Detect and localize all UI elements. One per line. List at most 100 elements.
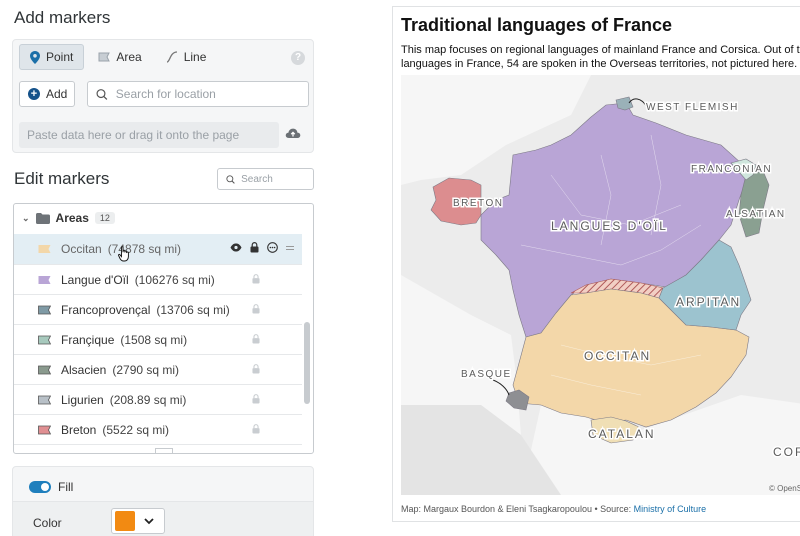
lock-icon[interactable] [252, 274, 260, 284]
row-actions [230, 242, 294, 253]
marker-search[interactable] [217, 168, 314, 190]
list-item-label: Occitan [61, 242, 102, 256]
areas-group-label: Areas [55, 211, 89, 225]
list-item-label: Breton [61, 422, 97, 437]
color-swatch [115, 511, 135, 531]
label-franconian: FRANCONIAN [691, 164, 772, 175]
editor-panel: Add markers Point Area Line ? + Add Sear… [0, 0, 326, 536]
list-item-francoprovencal[interactable]: Francoprovençal (13706 sq mi) [14, 294, 302, 324]
tab-line[interactable]: Line [156, 44, 217, 70]
paste-data-input[interactable] [27, 128, 279, 142]
add-markers-card: Point Area Line ? + Add [12, 39, 314, 153]
search-icon [96, 88, 108, 100]
swatch-occitan [38, 245, 51, 253]
list-item-breton[interactable]: Breton (5522 sq mi) [14, 414, 302, 444]
search-icon [226, 174, 235, 184]
list-item-label: Francoprovençal [61, 302, 151, 317]
label-west-flemish: WEST FLEMISH [646, 102, 739, 113]
label-basque: BASQUE [461, 369, 512, 380]
label-langues-doil: LANGUES D'OÏL [551, 219, 668, 233]
plus-icon: + [28, 88, 40, 100]
label-occitan: OCCITAN [584, 349, 651, 363]
folder-icon [35, 212, 50, 224]
map-subtitle-line-2: languages in France, 54 are spoken in th… [401, 58, 798, 70]
map-svg: WEST FLEMISH FRANCONIAN BRETON LANGUES D… [401, 75, 800, 495]
list-item-francique[interactable]: Françique (1508 sq mi) [14, 324, 302, 354]
lock-icon[interactable] [252, 334, 260, 344]
hand-cursor-icon [118, 246, 129, 262]
paste-data-field[interactable] [19, 122, 279, 148]
lock-icon[interactable] [252, 424, 260, 434]
list-item-label: Françique [61, 332, 115, 347]
list-item-area: (208.89 sq mi) [109, 392, 187, 407]
area-rows: Occitan (74878 sq mi) Langue d'Oïl (1062… [14, 234, 302, 453]
list-item-area: (13706 sq mi) [156, 302, 230, 317]
map-canvas[interactable]: WEST FLEMISH FRANCONIAN BRETON LANGUES D… [401, 75, 800, 495]
area-flag-icon [38, 305, 51, 314]
swatch-francique [38, 335, 51, 344]
cloud-upload-icon[interactable] [285, 127, 301, 139]
source-link[interactable]: Ministry of Culture [634, 504, 707, 514]
area-flag-icon [38, 425, 51, 434]
map-subtitle: This map focuses on regional languages o… [401, 43, 800, 71]
list-item-area: (5522 sq mi) [102, 422, 170, 437]
lock-icon[interactable] [250, 242, 259, 253]
marker-type-tabs: Point Area Line [19, 44, 216, 70]
fill-label: Fill [58, 480, 74, 494]
list-item-occitan[interactable]: Occitan (74878 sq mi) [14, 234, 302, 264]
swatch-ligurien [38, 395, 51, 404]
style-card: Fill Color [12, 466, 314, 536]
add-markers-heading: Add markers [14, 8, 111, 27]
eye-icon[interactable] [230, 243, 242, 252]
list-item-area: (1508 sq mi) [120, 332, 188, 347]
color-row: Color [13, 501, 313, 536]
label-corsican: COR [773, 445, 800, 459]
lock-icon[interactable] [252, 394, 260, 404]
location-search[interactable] [87, 81, 309, 107]
color-label: Color [33, 516, 62, 530]
edit-markers-heading: Edit markers [14, 169, 110, 188]
lock-icon[interactable] [252, 304, 260, 314]
list-item-label: Alsacien [61, 362, 107, 377]
help-icon[interactable]: ? [291, 51, 305, 65]
areas-group-header[interactable]: ⌄ Areas 12 [14, 204, 313, 232]
areas-count-badge: 12 [94, 212, 115, 224]
more-options-icon[interactable] [267, 242, 278, 253]
tab-point[interactable]: Point [19, 44, 85, 70]
label-arpitan: ARPITAN [676, 295, 741, 309]
list-item-label: Langue d'Oïl [61, 272, 129, 287]
list-item-alsacien[interactable]: Alsacien (2790 sq mi) [14, 354, 302, 384]
swatch-breton [38, 425, 51, 434]
list-scrollbar[interactable] [304, 322, 310, 404]
list-item-langue-doil[interactable]: Langue d'Oïl (106276 sq mi) [14, 264, 302, 294]
resize-handle[interactable] [155, 448, 173, 453]
label-breton: BRETON [453, 198, 504, 209]
chevron-down-icon[interactable]: ⌄ [22, 213, 30, 224]
list-item-ligurien[interactable]: Ligurien (208.89 sq mi) [14, 384, 302, 414]
map-attribution: © OpenS [769, 484, 800, 493]
footer-credits: Map: Margaux Bourdon & Eleni Tsagkaropou… [401, 504, 634, 514]
pin-icon [30, 50, 40, 64]
add-button-label: Add [46, 87, 68, 101]
list-item-label: Ligurien [61, 392, 104, 407]
swatch-alsacien [38, 365, 51, 374]
tab-line-label: Line [183, 50, 207, 64]
map-title: Traditional languages of France [401, 15, 673, 35]
markers-list: ⌄ Areas 12 Occitan (74878 sq mi) Langue … [13, 203, 314, 454]
line-icon [166, 51, 177, 63]
color-picker[interactable] [111, 508, 165, 534]
marker-search-input[interactable] [241, 173, 313, 185]
tab-area-label: Area [116, 50, 142, 64]
add-button[interactable]: + Add [19, 81, 75, 107]
list-item-area: (2790 sq mi) [112, 362, 180, 377]
drag-handle-icon[interactable] [286, 245, 294, 251]
swatch-langue-doil [38, 275, 51, 284]
location-search-input[interactable] [115, 87, 308, 101]
lock-icon[interactable] [252, 364, 260, 374]
label-alsatian: ALSATIAN [726, 209, 786, 220]
swatch-francoprovencal [38, 305, 51, 314]
map-subtitle-line-1: This map focuses on regional languages o… [401, 44, 800, 56]
tab-area[interactable]: Area [88, 44, 151, 70]
fill-toggle[interactable] [29, 481, 51, 493]
label-catalan: CATALAN [588, 427, 656, 441]
